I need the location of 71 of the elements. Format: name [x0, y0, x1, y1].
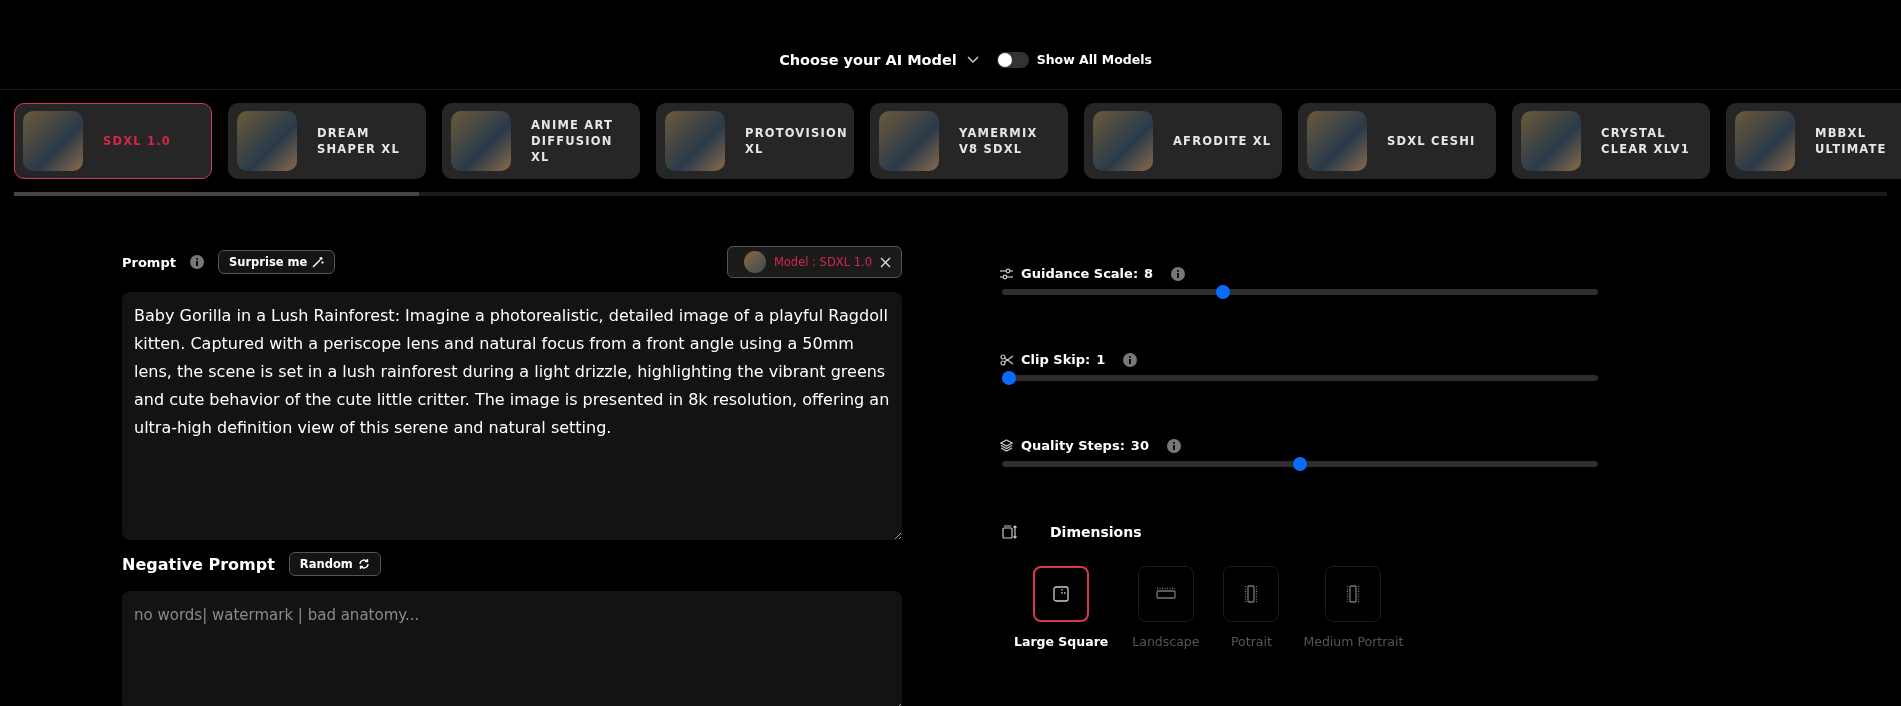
photo-placeholder: [1093, 111, 1153, 171]
info-icon[interactable]: [1166, 438, 1181, 453]
slider-thumb[interactable]: [1293, 457, 1307, 471]
scissors-icon: [1000, 353, 1013, 366]
surprise-button[interactable]: Surprise me: [217, 250, 336, 274]
photo-placeholder: [237, 111, 297, 171]
model-card[interactable]: CRYSTAL CLEAR XLV1: [1512, 103, 1710, 179]
dimension-option[interactable]: [1033, 566, 1090, 622]
landscape-icon: [1155, 587, 1176, 601]
setting-value: 1: [1096, 352, 1106, 367]
portrait-icon: [1346, 585, 1361, 603]
model-name: SDXL 1.0: [103, 133, 172, 149]
dimension-option[interactable]: [1137, 566, 1194, 622]
magic-wand-icon: [312, 256, 325, 268]
model-card[interactable]: DREAM SHAPER XL: [228, 103, 426, 179]
model-chip-text: Model : SDXL 1.0: [773, 255, 872, 269]
photo-placeholder: [1521, 111, 1581, 171]
dimension-label: Potrait: [1231, 634, 1272, 649]
model-name: SDXL CESHI: [1387, 133, 1477, 149]
model-card[interactable]: ANIME ART DIFFUSION XL: [442, 103, 640, 179]
photo-placeholder: [1307, 111, 1367, 171]
setting-value: 30: [1130, 438, 1149, 453]
photo-placeholder: [23, 111, 83, 171]
portrait-icon: [1244, 585, 1259, 603]
info-icon[interactable]: [1171, 266, 1186, 281]
model-name: PROTOVISION XL: [745, 125, 848, 157]
info-icon[interactable]: [1123, 352, 1138, 367]
prompt-field[interactable]: Baby Gorilla in a Lush Rainforest: Imagine a photorealistic, detailed image of a playful Ragdoll kitten. Captured with a periscope lens and natural focus from a front angle using a 50mm lens, the scene is set in a lush rainforest during a light drizzle, highlighting the vibrant greens and cute behavior of the cute little critter. The image is presented in 8k resolution, offering an ultra-high definition view of this serene and natural setting.: [122, 292, 902, 540]
model-name: MBBXL ULTIMATE: [1815, 125, 1888, 157]
model-name: DREAM SHAPER XL: [317, 125, 401, 157]
prompt-label: Prompt: [122, 254, 176, 270]
slider-thumb[interactable]: [1215, 285, 1230, 299]
dimension-label: Large Square: [1014, 634, 1109, 649]
model-name: YAMERMIX V8 SDXL: [959, 125, 1039, 157]
photo-placeholder: [879, 111, 939, 171]
toggle-label: Show All Models: [1036, 52, 1152, 67]
photo-placeholder: [451, 111, 511, 171]
photo-placeholder: [1735, 111, 1795, 171]
info-icon[interactable]: [189, 255, 204, 269]
setting-label: Clip Skip:: [1021, 352, 1091, 367]
resize-icon: [1002, 525, 1018, 539]
setting-label: Guidance Scale:: [1021, 266, 1139, 281]
dimension-option[interactable]: [1223, 566, 1280, 622]
dimensions-title: Dimensions: [1050, 524, 1142, 540]
model-card[interactable]: PROTOVISION XL: [656, 103, 854, 179]
model-card[interactable]: SDXL CESHI: [1298, 103, 1496, 179]
sliders-icon: [1000, 267, 1013, 280]
model-name: AFRODITE XL: [1173, 133, 1273, 149]
layers-icon: [1000, 439, 1013, 452]
setting-value: 8: [1144, 266, 1154, 281]
negative-prompt-field[interactable]: no words| watermark | bad anatomy...: [122, 591, 902, 706]
slider-thumb[interactable]: [1002, 371, 1017, 385]
negative-prompt-label: Negative Prompt: [122, 554, 275, 574]
dimension-option[interactable]: [1325, 566, 1382, 622]
photo-placeholder: [665, 111, 725, 171]
close-icon[interactable]: [880, 256, 891, 268]
model-card[interactable]: YAMERMIX V8 SDXL: [870, 103, 1068, 179]
square-icon: [1053, 586, 1070, 602]
model-name: CRYSTAL CLEAR XLV1: [1601, 125, 1691, 157]
setting-label: Quality Steps:: [1021, 438, 1125, 453]
refresh-icon: [357, 558, 370, 570]
model-name: ANIME ART DIFFUSION XL: [531, 117, 614, 165]
toggle-switch[interactable]: [996, 51, 1029, 68]
random-button[interactable]: Random: [288, 552, 381, 576]
model-card[interactable]: AFRODITE XL: [1084, 103, 1282, 179]
avatar-placeholder: [743, 251, 766, 273]
dimension-label: Landscape: [1132, 634, 1200, 649]
dimension-label: Medium Portrait: [1303, 634, 1404, 649]
model-chooser-title[interactable]: Choose your AI Model: [779, 51, 957, 68]
chevron-down-icon[interactable]: [966, 55, 979, 64]
model-card[interactable]: MBBXL ULTIMATE: [1726, 103, 1901, 179]
